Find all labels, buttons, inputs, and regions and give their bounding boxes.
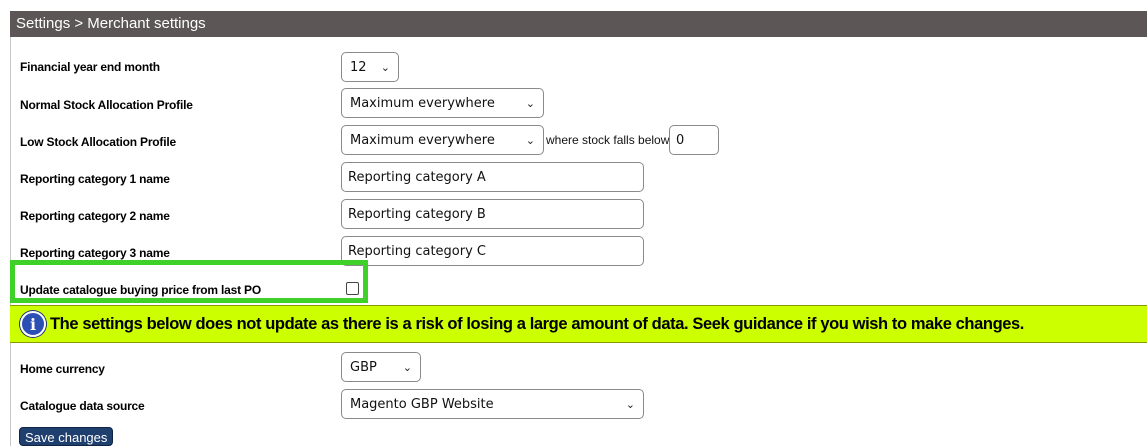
save-changes-button[interactable]: Save changes [19,427,114,446]
chevron-down-icon: ⌄ [380,60,390,74]
chevron-down-icon: ⌄ [525,133,535,147]
low-stock-profile-value: Maximum everywhere [350,132,495,148]
row-low-stock-profile: Low Stock Allocation Profile Maximum eve… [11,123,1147,160]
row-reporting-category-2: Reporting category 2 name Reporting cate… [11,197,1147,234]
financial-year-end-select[interactable]: 12 ⌄ [341,52,399,82]
low-stock-profile-select[interactable]: Maximum everywhere ⌄ [341,125,544,155]
reporting-category-3-label: Reporting category 3 name [20,246,170,260]
info-icon: i [20,311,46,337]
breadcrumb: Settings > Merchant settings [10,11,1147,37]
settings-panel: Financial year end month 12 ⌄ Normal Sto… [10,37,1147,446]
low-stock-profile-label: Low Stock Allocation Profile [20,135,176,149]
financial-year-end-label: Financial year end month [20,60,160,74]
reporting-category-2-label: Reporting category 2 name [20,209,170,223]
reporting-category-1-label: Reporting category 1 name [20,172,170,186]
reporting-category-2-value: Reporting category B [348,206,486,222]
notice-text: The settings below does not update as th… [50,315,1024,333]
row-normal-stock-profile: Normal Stock Allocation Profile Maximum … [11,86,1147,123]
breadcrumb-text: Settings > Merchant settings [16,15,206,32]
data-loss-notice: i The settings below does not update as … [10,305,1147,343]
reporting-category-3-input[interactable]: Reporting category C [341,236,644,266]
reporting-category-1-value: Reporting category A [348,169,486,185]
reporting-category-1-input[interactable]: Reporting category A [341,162,644,192]
reporting-category-2-input[interactable]: Reporting category B [341,199,644,229]
chevron-down-icon: ⌄ [402,360,412,374]
home-currency-value: GBP [350,359,377,375]
financial-year-end-value: 12 [350,59,367,75]
normal-stock-profile-value: Maximum everywhere [350,95,495,111]
highlight-box [10,260,368,303]
normal-stock-profile-label: Normal Stock Allocation Profile [20,98,193,112]
normal-stock-profile-select[interactable]: Maximum everywhere ⌄ [341,88,544,118]
stock-threshold-label: where stock falls below [546,133,670,147]
row-catalogue-data-source: Catalogue data source Magento GBP Websit… [11,387,1147,424]
chevron-down-icon: ⌄ [525,96,535,110]
chevron-down-icon: ⌄ [625,397,635,411]
stock-threshold-value: 0 [676,132,685,148]
home-currency-label: Home currency [20,362,105,376]
reporting-category-3-value: Reporting category C [348,243,486,259]
stock-threshold-input[interactable]: 0 [669,125,719,155]
catalogue-data-source-label: Catalogue data source [20,399,145,413]
row-home-currency: Home currency GBP ⌄ [11,350,1147,387]
row-reporting-category-1: Reporting category 1 name Reporting cate… [11,160,1147,197]
catalogue-data-source-value: Magento GBP Website [350,396,494,412]
home-currency-select[interactable]: GBP ⌄ [341,352,421,382]
catalogue-data-source-select[interactable]: Magento GBP Website ⌄ [341,389,644,419]
row-financial-year-end: Financial year end month 12 ⌄ [11,49,1147,86]
